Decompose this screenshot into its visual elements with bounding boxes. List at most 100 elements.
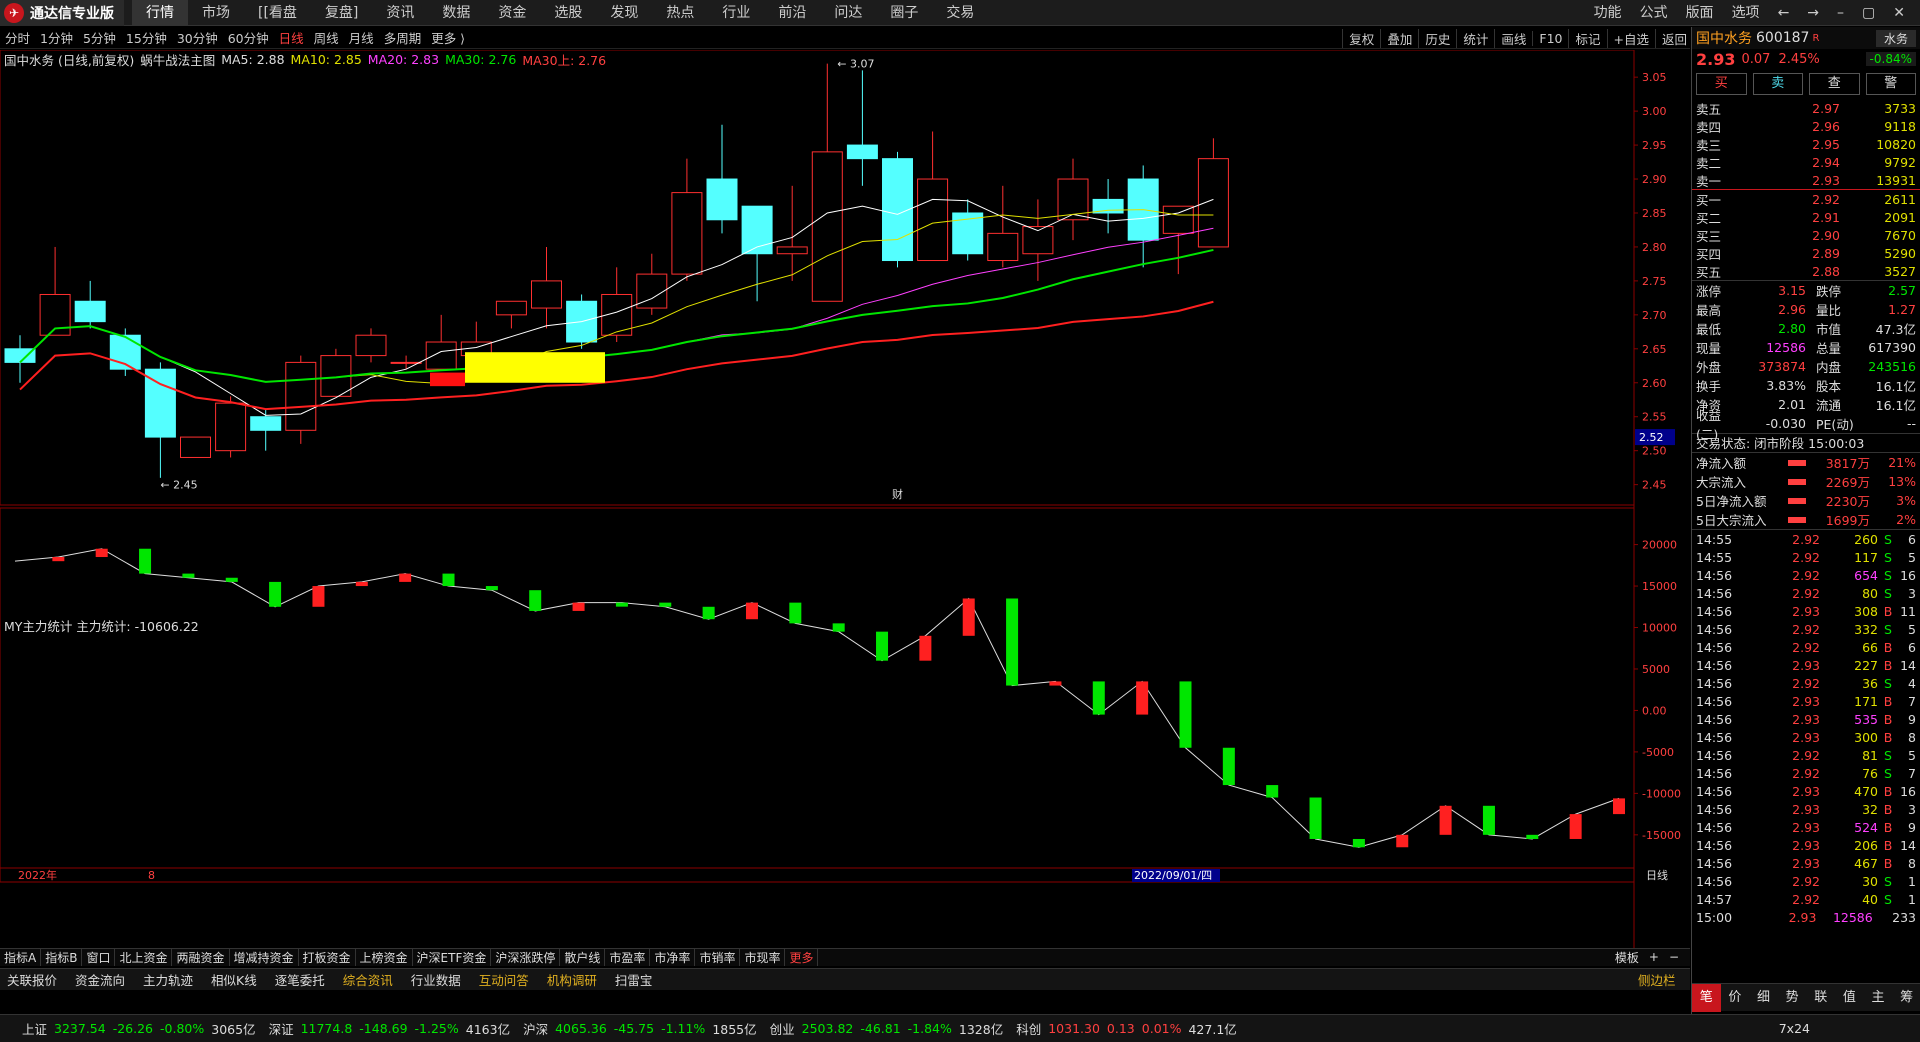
window-control-6[interactable]: – (1828, 0, 1853, 26)
quote-tab-2[interactable]: 细 (1749, 984, 1778, 1012)
index-name[interactable]: 沪深 (523, 1019, 548, 1038)
menu-item-6[interactable]: 资金 (484, 0, 540, 26)
menu-item-7[interactable]: 选股 (540, 0, 596, 26)
tool-button-0[interactable]: 复权 (1342, 28, 1380, 48)
indicator-tab-8[interactable]: 沪深ETF资金 (413, 949, 492, 966)
sidebar-toggle-button[interactable]: 侧边栏 (1638, 970, 1676, 989)
quote-tab-1[interactable]: 价 (1721, 984, 1750, 1012)
tool-button-8[interactable]: 返回 (1654, 28, 1693, 48)
indicator-tab-6[interactable]: 打板资金 (299, 949, 356, 966)
menu-item-11[interactable]: 前沿 (764, 0, 820, 26)
quote-tab-3[interactable]: 势 (1778, 984, 1807, 1012)
period-tab-10[interactable]: 更多 ⟩ (426, 28, 470, 47)
news-7x24-label[interactable]: 7x24 (1779, 1021, 1810, 1036)
tool-button-4[interactable]: 画线 (1494, 28, 1532, 48)
function-tab-1[interactable]: 资金流向 (70, 970, 130, 989)
menu-item-2[interactable]: [[看盘 (244, 0, 311, 26)
indicator-tab-1[interactable]: 指标B (41, 949, 83, 966)
function-tab-9[interactable]: 扫雷宝 (610, 970, 658, 989)
sector-name[interactable]: 水务 (1875, 29, 1916, 47)
menu-item-14[interactable]: 交易 (932, 0, 988, 26)
indicator-tab-4[interactable]: 两融资金 (172, 949, 230, 966)
period-tab-2[interactable]: 5分钟 (78, 28, 121, 47)
period-tab-1[interactable]: 1分钟 (35, 28, 78, 47)
trade-button-0[interactable]: 买 (1696, 73, 1747, 95)
index-name[interactable]: 创业 (770, 1019, 795, 1038)
window-control-8[interactable]: ✕ (1884, 0, 1914, 26)
order-price: 2.95 (1812, 136, 1840, 152)
quote-tab-7[interactable]: 筹 (1892, 984, 1920, 1012)
function-tab-2[interactable]: 主力轨迹 (138, 970, 198, 989)
menu-item-12[interactable]: 问达 (820, 0, 876, 26)
period-tab-8[interactable]: 月线 (344, 28, 379, 47)
quote-tab-4[interactable]: 联 (1807, 984, 1836, 1012)
indicator-tab-10[interactable]: 散户线 (560, 949, 606, 966)
menu-item-1[interactable]: 市场 (188, 0, 244, 26)
index-name[interactable]: 深证 (269, 1019, 294, 1038)
tool-button-2[interactable]: 历史 (1418, 28, 1456, 48)
tool-button-3[interactable]: 统计 (1456, 28, 1494, 48)
window-control-1[interactable]: 公式 (1631, 0, 1677, 26)
function-tab-4[interactable]: 逐笔委托 (270, 970, 330, 989)
stat-label: 涨停 (1696, 284, 1722, 299)
function-tab-3[interactable]: 相似K线 (206, 970, 262, 989)
period-tab-0[interactable]: 分时 (0, 28, 35, 47)
menu-item-0[interactable]: 行情 (132, 0, 188, 26)
indicator-tab-13[interactable]: 市销率 (695, 949, 741, 966)
tool-button-7[interactable]: +自选 (1606, 28, 1655, 48)
price-change: 0.07 (1741, 51, 1771, 67)
indicator-control-2[interactable]: − (1664, 950, 1684, 964)
indicator-tab-5[interactable]: 增减持资金 (230, 949, 299, 966)
menu-item-4[interactable]: 资讯 (372, 0, 428, 26)
indicator-tab-3[interactable]: 北上资金 (115, 949, 173, 966)
quote-tab-5[interactable]: 值 (1835, 984, 1864, 1012)
tool-button-6[interactable]: 标记 (1568, 28, 1606, 48)
trade-button-3[interactable]: 警 (1865, 73, 1916, 95)
window-control-3[interactable]: 选项 (1723, 0, 1769, 26)
period-tab-5[interactable]: 60分钟 (223, 28, 274, 47)
window-control-4[interactable]: ← (1769, 0, 1799, 26)
function-tab-5[interactable]: 综合资讯 (338, 970, 398, 989)
tool-button-5[interactable]: F10 (1532, 30, 1568, 46)
indicator-tab-9[interactable]: 沪深涨跌停 (491, 949, 561, 966)
menu-item-9[interactable]: 热点 (652, 0, 708, 26)
index-name[interactable]: 科创 (1016, 1019, 1041, 1038)
menu-item-10[interactable]: 行业 (708, 0, 764, 26)
indicator-tab-12[interactable]: 市净率 (650, 949, 696, 966)
menu-item-8[interactable]: 发现 (596, 0, 652, 26)
quote-tab-0[interactable]: 笔 (1692, 983, 1721, 1012)
indicator-tab-11[interactable]: 市盈率 (605, 949, 651, 966)
indicator-tab-2[interactable]: 窗口 (82, 949, 116, 966)
tool-button-1[interactable]: 叠加 (1380, 28, 1418, 48)
period-tab-7[interactable]: 周线 (309, 28, 344, 47)
indicator-tab-0[interactable]: 指标A (0, 949, 42, 966)
indicator-tab-15[interactable]: 更多 (785, 949, 819, 966)
quote-tab-6[interactable]: 主 (1864, 984, 1893, 1012)
function-tab-8[interactable]: 机构调研 (542, 970, 602, 989)
period-tab-4[interactable]: 30分钟 (172, 28, 223, 47)
index-name[interactable]: 上证 (22, 1019, 47, 1038)
trade-button-2[interactable]: 查 (1809, 73, 1860, 95)
period-tab-6[interactable]: 日线 (274, 28, 309, 47)
menu-item-5[interactable]: 数据 (428, 0, 484, 26)
window-control-2[interactable]: 版面 (1677, 0, 1723, 26)
window-control-7[interactable]: ▢ (1853, 0, 1884, 26)
window-control-5[interactable]: → (1798, 0, 1828, 26)
indicator-control-1[interactable]: + (1644, 950, 1664, 964)
indicator-control-0[interactable]: 模板 (1610, 949, 1644, 966)
tick-list[interactable]: 14:55 2.92 260 S 6 14:55 2.92 117 S 5 14:56 2.92 654… (1692, 529, 1920, 926)
period-tab-3[interactable]: 15分钟 (121, 28, 172, 47)
function-tab-0[interactable]: 关联报价 (2, 970, 62, 989)
indicator-name[interactable]: 蜗牛战法主图 (140, 50, 215, 69)
period-tab-9[interactable]: 多周期 (379, 28, 427, 47)
menu-item-3[interactable]: 复盘] (311, 0, 372, 26)
kline-chart[interactable]: 3.05 3.00 2.95 2.90 2.85 2.80 2.75 2.70 2.65 2.60… (0, 50, 1690, 950)
trade-button-1[interactable]: 卖 (1752, 73, 1803, 95)
function-tab-7[interactable]: 互动问答 (474, 970, 534, 989)
window-control-0[interactable]: 功能 (1585, 0, 1631, 26)
indicator-tab-7[interactable]: 上榜资金 (356, 949, 413, 966)
indicator-tab-14[interactable]: 市现率 (740, 949, 786, 966)
function-tab-6[interactable]: 行业数据 (406, 970, 466, 989)
sub-y-tick-label: 20000 (1642, 539, 1677, 552)
menu-item-13[interactable]: 圈子 (876, 0, 932, 26)
